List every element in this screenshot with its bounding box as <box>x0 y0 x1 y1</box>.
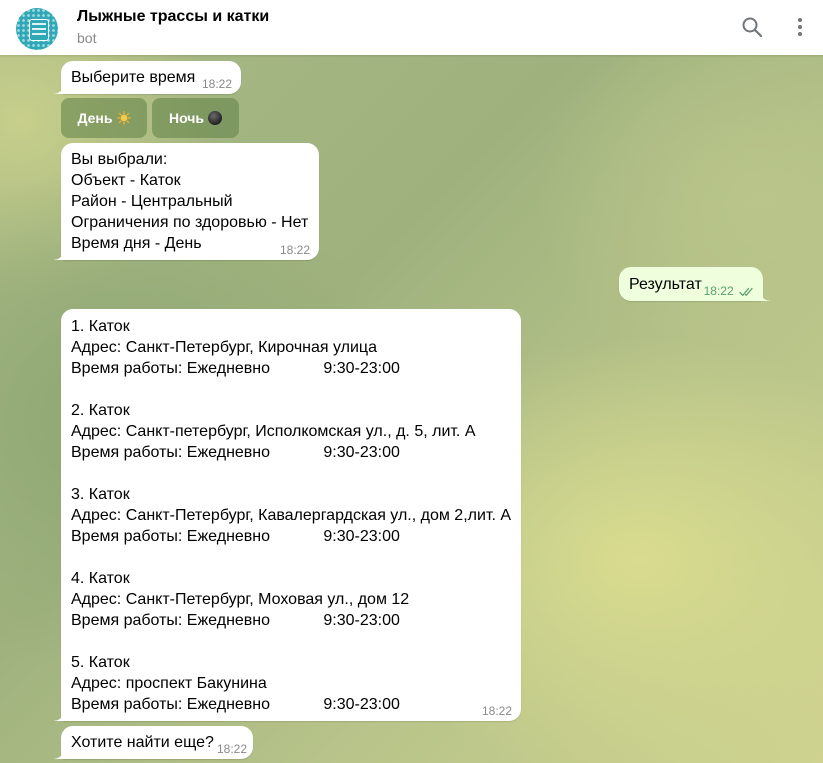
message-summary: Вы выбрали: Объект - Каток Район - Центр… <box>54 143 319 260</box>
bubble-tail <box>54 711 64 721</box>
message-time: 18:22 <box>216 742 247 756</box>
rink-title: 4. Каток <box>71 570 130 587</box>
rink-address: Адрес: проспект Бакунина <box>71 675 267 692</box>
message-time: 18:22 <box>201 77 232 91</box>
summary-line: Ограничения по здоровью - Нет <box>71 214 309 231</box>
rink-title: 3. Каток <box>71 486 130 503</box>
rink-title: 2. Каток <box>71 402 130 419</box>
message-result: Результат 18:22 <box>619 267 770 301</box>
message-rink-list: 1. Каток Адрес: Санкт-Петербург, Кирочна… <box>54 309 521 721</box>
message-time: 18:22 <box>703 284 734 298</box>
rink-hours: Время работы: Ежедневно 9:30-23:00 <box>71 612 400 629</box>
summary-line: Объект - Каток <box>71 172 181 189</box>
bot-avatar[interactable] <box>16 8 58 50</box>
rink-hours: Время работы: Ежедневно 9:30-23:00 <box>71 528 400 545</box>
bubble-tail <box>54 84 64 94</box>
day-button[interactable]: День <box>61 98 147 138</box>
night-button[interactable]: Ночь <box>152 98 239 138</box>
rink-hours: Время работы: Ежедневно 9:30-23:00 <box>71 360 400 377</box>
message-time: 18:22 <box>481 704 512 718</box>
message-meta: 18:22 <box>704 284 755 298</box>
message-text: Выберите время <box>71 69 196 86</box>
message-time: 18:22 <box>279 243 310 257</box>
chat-subtitle: bot <box>77 30 97 46</box>
search-icon[interactable] <box>740 15 764 39</box>
chat-header: Лыжные трассы и катки bot <box>0 0 823 55</box>
sun-icon <box>116 111 131 125</box>
double-check-icon <box>739 287 753 296</box>
rink-address: Адрес: Санкт-Петербург, Кавалергардская … <box>71 507 512 524</box>
summary-line: Район - Центральный <box>71 193 233 210</box>
summary-line: Время дня - День <box>71 235 202 252</box>
new-moon-icon <box>208 111 223 125</box>
rink-hours: Время работы: Ежедневно 9:30-23:00 <box>71 696 400 713</box>
summary-line: Вы выбрали: <box>71 151 168 168</box>
message-find-more: Хотите найти еще? 18:22 <box>54 726 253 759</box>
chat-title[interactable]: Лыжные трассы и катки <box>77 8 269 26</box>
day-button-label: День <box>77 110 113 126</box>
bubble-tail <box>760 291 770 301</box>
rink-address: Адрес: Санкт-Петербург, Кирочная улица <box>71 339 377 356</box>
message-text: Результат <box>629 276 702 293</box>
bubble-tail <box>54 749 64 759</box>
rink-address: Адрес: Санкт-петербург, Исполкомская ул.… <box>71 423 476 440</box>
message-choose-time: Выберите время 18:22 <box>54 61 241 94</box>
bubble-tail <box>54 250 64 260</box>
more-vertical-icon[interactable] <box>788 15 812 39</box>
night-button-label: Ночь <box>168 110 205 126</box>
rink-title: 1. Каток <box>71 318 130 335</box>
spb-logo-icon <box>29 19 49 41</box>
rink-title: 5. Каток <box>71 654 130 671</box>
rink-hours: Время работы: Ежедневно 9:30-23:00 <box>71 444 400 461</box>
message-text: Хотите найти еще? <box>71 734 214 751</box>
rink-address: Адрес: Санкт-Петербург, Моховая ул., дом… <box>71 591 410 608</box>
